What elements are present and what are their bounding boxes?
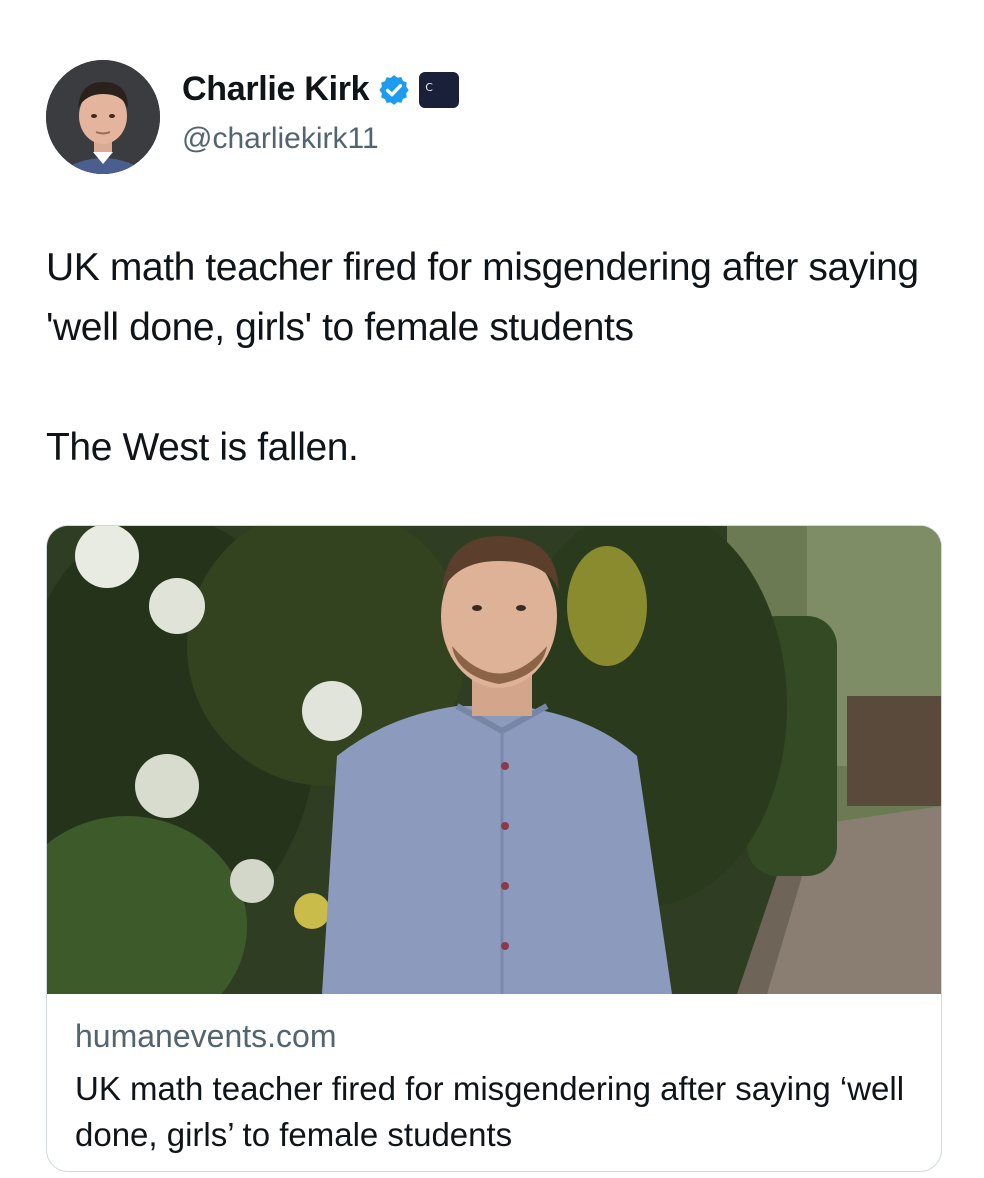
tweet-text-paragraph-1: UK math teacher fired for misgendering a… [46, 246, 919, 349]
link-preview-card[interactable]: humanevents.com UK math teacher fired fo… [46, 525, 942, 1172]
author-name-row: Charlie Kirk C [182, 70, 460, 109]
link-card-domain[interactable]: humanevents.com [75, 1018, 336, 1055]
affiliate-badge-icon[interactable]: C [419, 71, 460, 108]
link-card-title[interactable]: UK math teacher fired for misgendering a… [75, 1066, 915, 1158]
author-handle[interactable]: @charliekirk11 [182, 122, 379, 156]
verified-badge-icon[interactable] [377, 73, 411, 107]
avatar-image [46, 60, 160, 174]
link-preview-image[interactable] [47, 526, 941, 994]
tweet-text: UK math teacher fired for misgendering a… [46, 238, 946, 478]
avatar[interactable] [46, 60, 160, 174]
tweet-text-paragraph-2: The West is fallen. [46, 426, 359, 469]
author-display-name[interactable]: Charlie Kirk [182, 70, 370, 109]
